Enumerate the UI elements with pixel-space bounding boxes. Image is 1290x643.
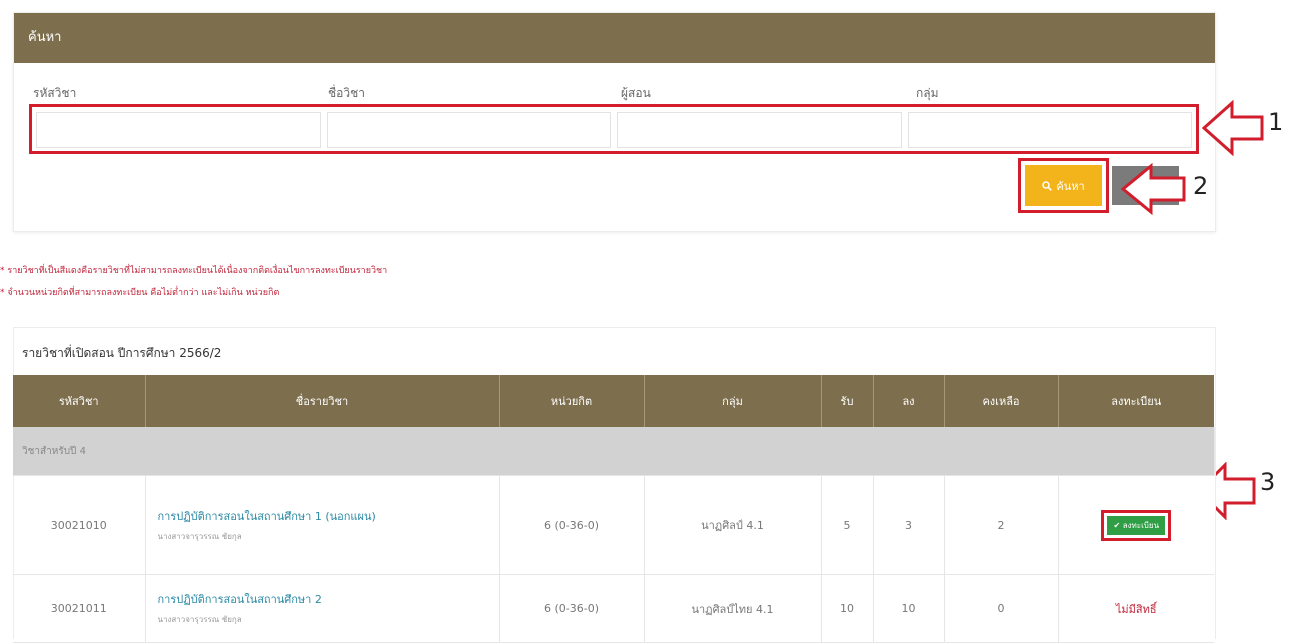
column-header: ชื่อรายวิชา [145,375,500,427]
label-course-name: ชื่อวิชา [328,86,365,100]
search-button-label: ค้นหา [1056,179,1085,193]
note-credit-limit: * จำนวนหน่วยกิตที่สามารถลงทะเบียน คือไม่… [0,288,280,298]
course-code: 30021010 [13,475,146,575]
course-name-input[interactable] [326,112,611,148]
course-table: รหัสวิชา ชื่อรายวิชา หน่วยกิต กลุ่ม รับ … [13,375,1215,643]
column-header: คงเหลือ [944,375,1059,427]
register-button-highlight: ✔ ลงทะเบียน [1101,509,1172,541]
course-code: 30021011 [13,574,146,643]
course-list-title: รายวิชาที่เปิดสอน ปีการศึกษา 2566/2 [22,346,222,360]
course-enrolled: 10 [873,574,945,643]
callout-number-2: 2 [1193,172,1209,200]
instructor-input[interactable] [617,112,902,148]
check-icon: ✔ [1113,520,1121,530]
course-teacher: นางสาวจารุวรรณ ชัยกุล [157,615,242,624]
search-panel-title: ค้นหา [14,13,1215,63]
group-label: วิชาสำหรับปี 4 [13,427,1215,476]
column-header: ลง [873,375,945,427]
course-accept: 5 [821,475,874,575]
arrow-left-icon [1202,100,1264,156]
course-accept: 10 [821,574,874,643]
course-code-input[interactable] [36,112,321,148]
course-name-link[interactable]: การปฏิบัติการสอนในสถานศึกษา 2 [158,591,498,609]
callout-number-3: 3 [1260,468,1276,496]
group-row: วิชาสำหรับปี 4 [13,427,1215,476]
table-row: 30021010 การปฏิบัติการสอนในสถานศึกษา 1 (… [13,475,1214,575]
column-header: หน่วยกิต [499,375,645,427]
search-button-highlight: ค้นหา [1018,158,1109,213]
label-instructor: ผู้สอน [621,86,651,100]
label-group: กลุ่ม [916,86,939,100]
course-name-link[interactable]: การปฏิบัติการสอนในสถานศึกษา 1 (นอกแผน) [158,508,388,526]
search-button[interactable]: ค้นหา [1025,165,1102,206]
callout-number-1: 1 [1268,108,1284,136]
register-button[interactable]: ✔ ลงทะเบียน [1107,515,1166,535]
label-course-code: รหัสวิชา [33,86,77,100]
search-fields-highlight [29,104,1199,154]
column-header: ลงทะเบียน [1058,375,1214,427]
column-header: กลุ่ม [644,375,822,427]
course-credits: 6 (0-36-0) [499,475,645,575]
course-remaining: 2 [944,475,1059,575]
group-input[interactable] [907,112,1192,148]
course-credits: 6 (0-36-0) [499,574,645,643]
no-right-status: ไม่มีสิทธิ์ [1115,602,1157,616]
table-header-row: รหัสวิชา ชื่อรายวิชา หน่วยกิต กลุ่ม รับ … [13,375,1214,427]
note-red-courses: * รายวิชาที่เป็นสีแดงคือรายวิชาที่ไม่สาม… [0,266,388,276]
column-header: รับ [821,375,874,427]
search-icon [1042,180,1053,191]
course-enrolled: 3 [873,475,945,575]
course-group: นาฏศิลป์ 4.1 [644,475,822,575]
column-header: รหัสวิชา [13,375,146,427]
arrow-left-icon [1121,163,1186,215]
course-remaining: 0 [944,574,1059,643]
register-button-label: ลงทะเบียน [1122,520,1160,530]
course-teacher: นางสาวจารุวรรณ ชัยกุล [157,531,242,541]
table-row: 30021011 การปฏิบัติการสอนในสถานศึกษา 2 น… [13,574,1214,643]
course-group: นาฏศิลป์ไทย 4.1 [644,574,822,643]
